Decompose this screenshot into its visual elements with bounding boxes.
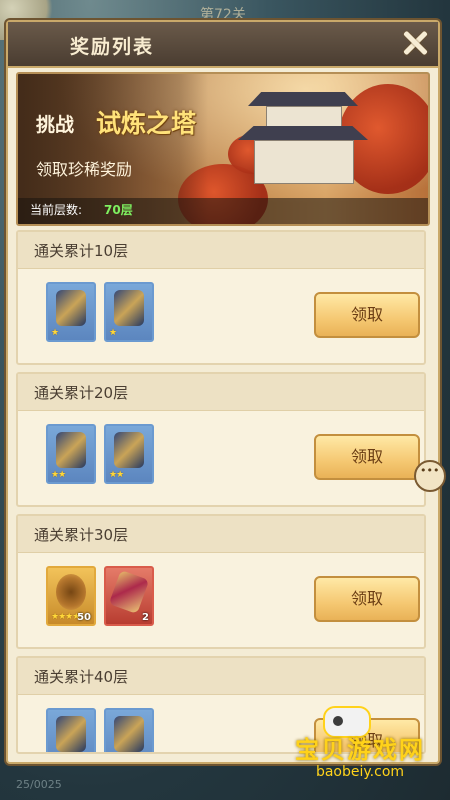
armor-item-icon[interactable]: [104, 708, 154, 752]
background-bottom-text: 25/0025: [16, 778, 62, 791]
tower-building-illustration: [238, 92, 368, 184]
claim-button[interactable]: 领取: [314, 576, 420, 622]
reward-row-header: 通关累计40层: [18, 658, 424, 695]
trial-tower-banner: 挑战 试炼之塔 领取珍稀奖励 当前层数: 70层: [16, 72, 430, 226]
banner-subtitle: 领取珍稀奖励: [36, 160, 133, 179]
reward-row-title: 通关累计10层: [34, 242, 129, 260]
item-stars: ★★: [51, 470, 66, 480]
reward-list-panel: 奖励列表 挑战 试炼之塔 领取珍稀奖励 当前层数: 70层 通关累计10层 ★: [6, 20, 440, 764]
item-count: 2: [142, 612, 149, 623]
current-floor-value: 70层: [104, 203, 133, 217]
armor-item-icon[interactable]: ★: [46, 282, 96, 342]
close-icon[interactable]: [398, 26, 432, 60]
item-stars: ★★: [109, 470, 124, 480]
watermark-url: baobeiy.com: [315, 764, 405, 780]
chat-bubble-icon[interactable]: [414, 460, 446, 492]
item-stars: ★: [109, 328, 117, 338]
panel-title: 奖励列表: [70, 36, 155, 58]
bracer-item-icon[interactable]: ★★: [46, 424, 96, 484]
reward-row-title: 通关累计30层: [34, 526, 129, 544]
robe-item-icon[interactable]: ★: [104, 282, 154, 342]
reward-row: 通关累计30层 ★★★★ 50 2 领取: [16, 514, 426, 649]
helmet-item-icon[interactable]: ★★: [104, 424, 154, 484]
claim-button[interactable]: 领取: [314, 434, 420, 480]
reward-row-header: 通关累计20层: [18, 374, 424, 411]
current-floor-label: 当前层数:: [30, 203, 83, 217]
reward-row-title: 通关累计20层: [34, 384, 129, 402]
panel-header: 奖励列表: [8, 22, 438, 68]
reward-row: 通关累计20层 ★★ ★★ 领取: [16, 372, 426, 507]
item-stars: ★★★★: [51, 612, 80, 622]
banner-challenge-label: 挑战: [36, 114, 75, 136]
charm-item-icon[interactable]: 2: [104, 566, 154, 626]
claim-button[interactable]: 领取: [314, 292, 420, 338]
spirit-orb-item-icon[interactable]: ★★★★ 50: [46, 566, 96, 626]
banner-tower-name: 试炼之塔: [96, 109, 197, 138]
reward-row: 通关累计10层 ★ ★ 领取: [16, 230, 426, 365]
bracer-item-icon[interactable]: [46, 708, 96, 752]
reward-row-header: 通关累计10层: [18, 232, 424, 269]
banner-footer: 当前层数: 70层: [18, 198, 428, 224]
reward-row-title: 通关累计40层: [34, 668, 129, 686]
item-stars: ★: [51, 328, 59, 338]
reward-row-header: 通关累计30层: [18, 516, 424, 553]
site-watermark: 宝贝游戏网 baobeiy.com: [275, 706, 445, 790]
item-count: 50: [77, 612, 91, 623]
watermark-title: 宝贝游戏网: [295, 736, 425, 764]
